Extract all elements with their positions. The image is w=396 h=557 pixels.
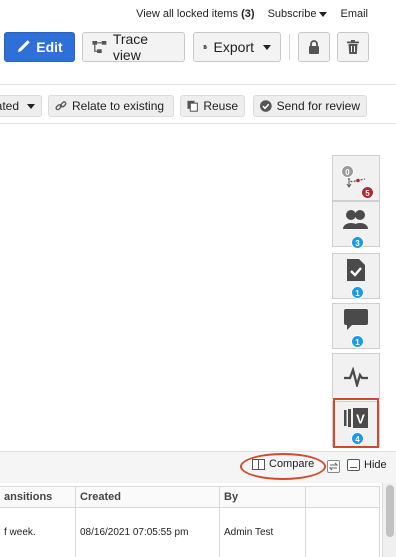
locked-items-count: (3) — [241, 8, 255, 20]
subscribe-dropdown[interactable]: Subscribe — [268, 8, 328, 20]
users-badge: 3 — [351, 236, 364, 249]
delete-button[interactable] — [337, 32, 369, 62]
lock-icon — [309, 40, 319, 54]
tasks-badge: 1 — [351, 286, 364, 299]
hide-button[interactable]: Hide — [347, 459, 387, 471]
review-label: Send for review — [276, 99, 360, 113]
side-tab-activity[interactable] — [332, 353, 380, 399]
task-document-icon — [347, 259, 365, 281]
export-dropdown[interactable]: Export — [193, 32, 281, 62]
caret-down-icon — [263, 44, 271, 50]
edit-button[interactable]: Edit — [4, 32, 75, 62]
caret-down-icon — [319, 11, 328, 17]
side-tab-users[interactable]: 3 — [332, 201, 380, 249]
send-for-review-button[interactable]: Send for review — [253, 95, 367, 117]
status-dropdown[interactable]: ated — [0, 95, 42, 117]
subscribe-label: Subscribe — [267, 8, 317, 20]
export-icon — [203, 45, 208, 49]
lock-button[interactable] — [298, 32, 330, 62]
check-circle-icon — [260, 100, 272, 112]
column-header-empty — [306, 486, 380, 508]
hide-label: Hide — [364, 459, 387, 471]
table-cell-empty — [306, 508, 380, 557]
swap-icon — [328, 462, 339, 471]
table-cell: Admin Test — [220, 508, 306, 557]
comments-badge: 1 — [351, 335, 364, 348]
side-tab-tasks[interactable]: 1 — [332, 253, 380, 299]
compare-highlight-oval — [240, 453, 326, 480]
side-tab-trace[interactable]: 0 5 — [332, 155, 380, 201]
caret-down-icon — [27, 103, 35, 109]
column-header[interactable]: ansitions — [0, 486, 76, 508]
side-tab-comments[interactable]: 1 — [332, 303, 380, 349]
divider — [0, 84, 396, 85]
item-toolbar: Edit Trace view Export — [0, 31, 396, 64]
trace-gray-badge: 0 — [341, 165, 354, 178]
link-icon — [55, 101, 67, 111]
column-header[interactable]: Created — [76, 486, 220, 508]
minimize-icon — [347, 459, 360, 471]
edit-label: Edit — [36, 39, 63, 55]
versions-highlight-box — [333, 398, 379, 448]
relate-label: Relate to existing — [72, 99, 165, 113]
trace-icon — [92, 40, 107, 54]
table-cell: 08/16/2021 07:05:55 pm — [76, 508, 220, 557]
relate-to-existing-button[interactable]: Relate to existing — [48, 95, 174, 117]
trace-view-button[interactable]: Trace view — [82, 31, 185, 63]
email-link[interactable]: Email — [340, 8, 368, 20]
export-label: Export — [213, 39, 254, 55]
toolbar-divider — [289, 34, 290, 60]
reuse-button[interactable]: Reuse — [180, 95, 245, 117]
reuse-label: Reuse — [203, 99, 238, 113]
swap-button[interactable] — [327, 460, 340, 473]
column-header[interactable]: By — [220, 486, 306, 508]
status-label: ated — [0, 99, 19, 113]
activity-icon — [344, 367, 368, 387]
table-cell: f week. — [0, 508, 76, 557]
locked-items-label: View all locked items — [136, 8, 239, 20]
users-icon — [343, 210, 368, 229]
scrollbar-thumb[interactable] — [386, 485, 394, 537]
pencil-icon — [18, 40, 30, 52]
view-locked-items-link[interactable]: View all locked items (3) — [136, 8, 254, 20]
top-nav: View all locked items (3) Subscribe Emai… — [136, 8, 368, 20]
trace-view-label: Trace view — [112, 31, 149, 63]
divider — [0, 123, 396, 124]
trash-icon — [347, 40, 359, 54]
table-scrollbar[interactable] — [382, 483, 396, 557]
trace-red-badge: 5 — [361, 186, 374, 199]
copy-icon — [187, 100, 198, 112]
comment-icon — [344, 309, 368, 330]
